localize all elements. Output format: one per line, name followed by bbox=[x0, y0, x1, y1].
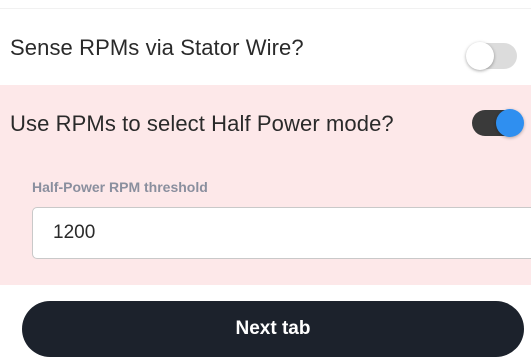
sense-rpm-row: Sense RPMs via Stator Wire? bbox=[0, 9, 531, 85]
toggle-knob bbox=[496, 109, 524, 137]
half-power-toggle[interactable] bbox=[472, 109, 524, 137]
sense-rpm-label: Sense RPMs via Stator Wire? bbox=[10, 35, 304, 60]
threshold-label: Half-Power RPM threshold bbox=[32, 179, 208, 195]
half-power-label: Use RPMs to select Half Power mode? bbox=[10, 111, 394, 136]
toggle-knob bbox=[466, 42, 494, 70]
half-power-section: Use RPMs to select Half Power mode? Half… bbox=[0, 85, 531, 285]
threshold-input[interactable] bbox=[32, 207, 531, 259]
sense-rpm-toggle[interactable] bbox=[466, 42, 517, 70]
settings-screen: Sense RPMs via Stator Wire? Use RPMs to … bbox=[0, 0, 531, 358]
next-tab-button[interactable]: Next tab bbox=[22, 301, 524, 357]
